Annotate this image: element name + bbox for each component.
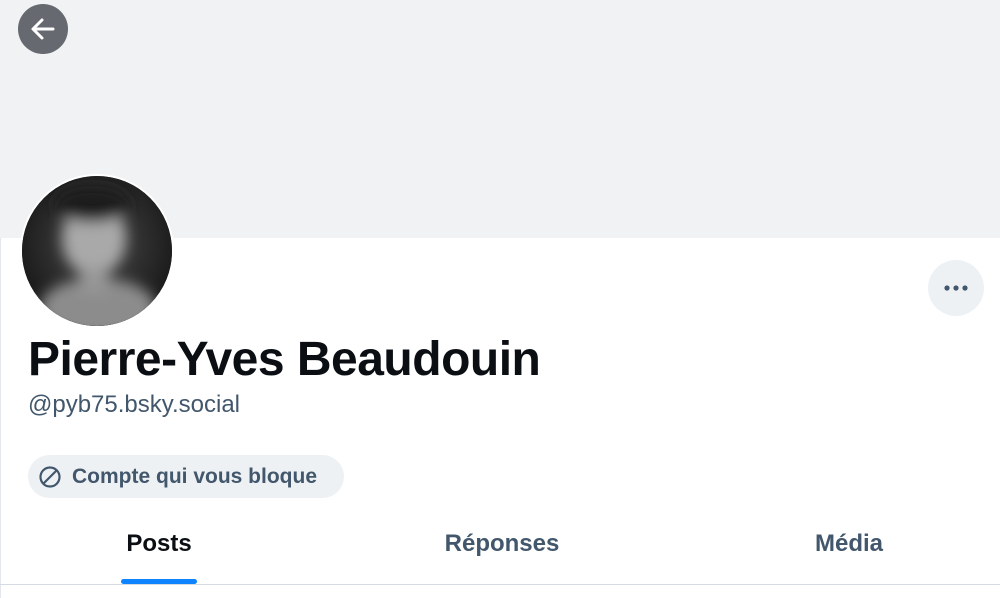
blocked-icon	[39, 465, 61, 488]
avatar[interactable]	[20, 174, 174, 328]
ellipsis-icon	[944, 285, 968, 291]
back-button[interactable]	[18, 4, 68, 54]
profile-handle: @pyb75.bsky.social	[28, 391, 241, 418]
arrow-left-icon	[31, 18, 55, 40]
more-options-button[interactable]	[928, 260, 984, 316]
tab-media-label: Média	[814, 530, 883, 557]
tab-posts[interactable]: Posts	[0, 510, 318, 584]
tabs-divider	[0, 584, 1000, 585]
blocked-status-badge[interactable]: Compte qui vous bloque	[28, 455, 344, 498]
tab-replies[interactable]: Réponses	[318, 510, 686, 584]
profile-tabs: Posts Réponses Média	[0, 510, 1000, 584]
display-name: Pierre-Yves Beaudouin	[28, 333, 541, 386]
tab-replies-label: Réponses	[444, 530, 560, 557]
blocked-status-label: Compte qui vous bloque	[72, 464, 317, 488]
tab-media[interactable]: Média	[686, 510, 1000, 584]
avatar-image	[22, 176, 172, 326]
tab-posts-label: Posts	[126, 530, 192, 557]
